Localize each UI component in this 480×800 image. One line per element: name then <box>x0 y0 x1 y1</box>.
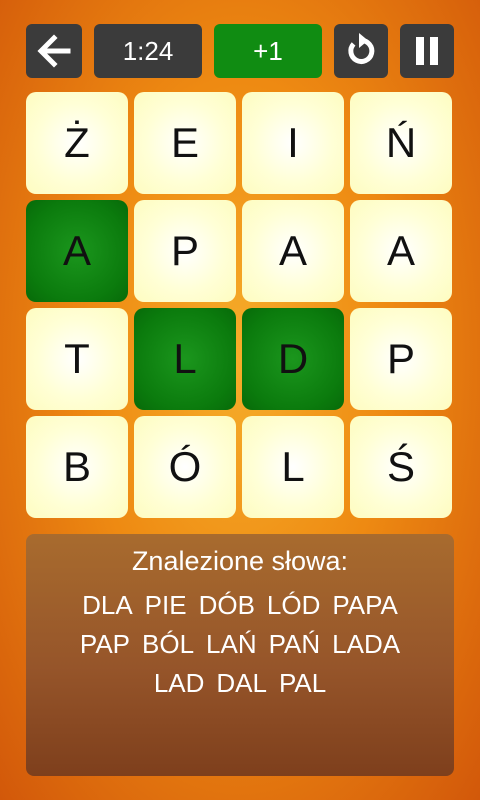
letter-tile[interactable]: D <box>242 308 344 410</box>
letter-tile[interactable]: P <box>134 200 236 302</box>
back-button[interactable] <box>26 24 82 78</box>
found-words-row: DLA PIE DÓB LÓD PAPA <box>26 588 454 627</box>
found-word: PAŃ <box>268 629 321 659</box>
found-word: DLA <box>82 590 133 620</box>
letter-tile[interactable]: T <box>26 308 128 410</box>
found-word: BÓL <box>142 629 195 659</box>
letter-tile[interactable]: A <box>350 200 452 302</box>
found-word: DÓB <box>198 590 255 620</box>
pause-icon <box>400 24 454 78</box>
found-word: LAŃ <box>206 629 257 659</box>
restart-icon <box>348 33 375 64</box>
restart-button[interactable] <box>334 24 388 78</box>
letter-tile[interactable]: B <box>26 416 128 518</box>
found-word: DAL <box>216 668 267 698</box>
found-word: PAP <box>79 629 131 659</box>
letter-tile[interactable]: Ó <box>134 416 236 518</box>
letter-tile[interactable]: E <box>134 92 236 194</box>
letter-tile[interactable]: I <box>242 92 344 194</box>
found-word: PAL <box>278 668 327 698</box>
found-word: PIE <box>144 590 187 620</box>
letter-tile[interactable]: L <box>134 308 236 410</box>
top-toolbar: 1:24 +1 <box>26 24 454 78</box>
letter-tile[interactable]: P <box>350 308 452 410</box>
letter-tile[interactable]: Ż <box>26 92 128 194</box>
found-word: LAD <box>153 668 205 698</box>
found-word: PAPA <box>332 590 398 620</box>
found-words-row: LAD DAL PAL <box>26 666 454 705</box>
letter-tile[interactable]: L <box>242 416 344 518</box>
found-word: LADA <box>332 629 401 659</box>
letter-tile[interactable]: Ń <box>350 92 452 194</box>
found-word: LÓD <box>266 590 321 620</box>
letter-tile[interactable]: Ś <box>350 416 452 518</box>
score-display: +1 <box>214 24 322 78</box>
letter-tile[interactable]: A <box>242 200 344 302</box>
pause-button[interactable] <box>400 24 454 78</box>
timer-display: 1:24 <box>94 24 202 78</box>
found-words-list: DLA PIE DÓB LÓD PAPA PAP BÓL LAŃ PAŃ LADA LAD DAL PA… <box>26 588 454 705</box>
letter-tile[interactable]: A <box>26 200 128 302</box>
arrow-left-icon <box>37 34 71 68</box>
letter-grid: ŻEIŃAPAATLDPBÓLŚ <box>26 92 454 520</box>
found-words-title: Znalezione słowa: <box>131 546 349 576</box>
found-words-panel: Znalezione słowa: DLA PIE DÓB LÓD PAPA PAP BÓL… <box>26 534 454 776</box>
found-words-row: PAP BÓL LAŃ PAŃ LADA <box>26 627 454 666</box>
